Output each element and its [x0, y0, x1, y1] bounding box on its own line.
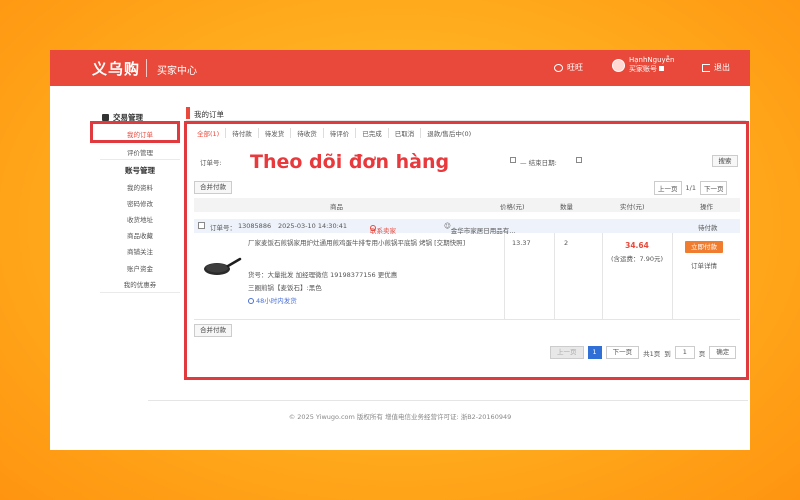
sidebar-item-reviews[interactable]: 评价管理	[96, 147, 184, 157]
sidebar-group-account: 账号管理	[125, 166, 155, 175]
sidebar-item-address[interactable]: 收货地址	[96, 214, 184, 224]
sidebar-item-funds[interactable]: 账户资金	[96, 263, 184, 273]
sidebar-item-password[interactable]: 密码修改	[96, 198, 184, 208]
username: HạnhNguyễn	[629, 56, 675, 64]
my-orders-highlight-box	[90, 121, 180, 143]
sidebar-divider	[100, 292, 180, 293]
logout-icon	[702, 63, 710, 72]
avatar	[612, 58, 625, 72]
logout-label: 退出	[714, 63, 730, 72]
sidebar-divider	[100, 159, 180, 160]
footer-copyright: © 2025 Yiwugo.com 版权所有 增值电信业务经营许可证: 浙B2-…	[288, 413, 512, 421]
sidebar-item-profile[interactable]: 我的资料	[96, 182, 184, 192]
sidebar-item-favorites[interactable]: 商品收藏	[96, 230, 184, 240]
footer-divider	[148, 400, 748, 401]
user-menu[interactable]: HạnhNguyễn 买家账号	[612, 56, 674, 74]
account-label: 买家账号	[629, 65, 657, 73]
logout-link[interactable]: 退出	[702, 62, 730, 73]
orders-highlight-box	[184, 121, 749, 380]
title-accent	[186, 107, 190, 119]
logo-divider	[146, 59, 147, 77]
trade-icon	[102, 114, 109, 121]
sidebar-item-coupons[interactable]: 我的优惠券	[96, 279, 184, 289]
top-bar: 义乌购 买家中心 旺旺 HạnhNguyễn 买家账号 退出	[50, 50, 750, 86]
site-logo[interactable]: 义乌购	[92, 58, 140, 79]
browser-frame: 义乌购 买家中心 旺旺 HạnhNguyễn 买家账号 退出 交易管理 我的订单…	[50, 50, 750, 450]
buyer-center-title[interactable]: 买家中心	[157, 62, 197, 77]
chat-link[interactable]: 旺旺	[554, 62, 583, 73]
sidebar-item-followed-shops[interactable]: 商铺关注	[96, 246, 184, 256]
page-title: 我的订单	[194, 110, 224, 119]
dropdown-icon	[659, 66, 664, 71]
chat-label: 旺旺	[567, 63, 583, 72]
chat-icon	[554, 63, 563, 72]
